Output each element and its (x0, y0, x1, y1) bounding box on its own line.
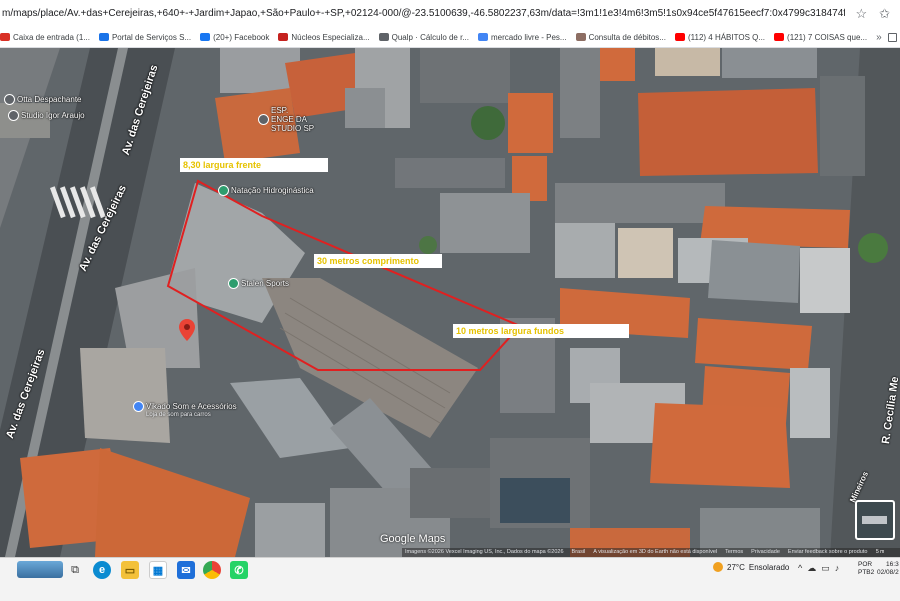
whatsapp-icon[interactable]: ✆ (230, 561, 248, 579)
poi-icon (8, 110, 19, 121)
system-tray[interactable]: ^ ☁ ▭ ♪ (798, 563, 839, 574)
mail-icon (0, 33, 10, 41)
address-bar[interactable]: m/maps/place/Av.+das+Cerejeiras,+640+-+J… (0, 0, 900, 27)
poi-vikado-som[interactable]: Vikado Som e Acessórios (133, 401, 237, 412)
portal-icon (98, 33, 109, 41)
youtube-icon (674, 33, 685, 41)
poi-otta-despachante[interactable]: Otta Despachante (4, 94, 81, 105)
poi-icon (228, 278, 239, 289)
attribution-item: Imagens ©2026 Vexcel Imaging US, Inc., D… (405, 549, 564, 555)
poi-category: Loja de som para carros (146, 412, 211, 418)
weather-text: Ensolarado (748, 562, 790, 572)
mail-app-icon[interactable]: ✉ (177, 561, 195, 579)
layers-toggle[interactable] (855, 500, 895, 540)
chrome-icon[interactable] (203, 561, 221, 579)
bookmark-item[interactable]: Caixa de entrada (1... (0, 33, 90, 42)
star-icon[interactable]: ☆ (855, 6, 867, 22)
weather-widget[interactable]: 27°C Ensolarado (713, 562, 789, 572)
map-attribution: Imagens ©2026 Vexcel Imaging US, Inc., D… (402, 548, 900, 557)
attribution-item: Brasil (571, 549, 586, 555)
network-icon[interactable]: ▭ (821, 563, 830, 574)
edge-icon[interactable]: e (93, 561, 111, 579)
poi-studio-igor-araujo[interactable]: Studio Igor Araujo (8, 110, 85, 121)
bookmark-item[interactable]: (121) 7 COISAS que... (774, 33, 867, 42)
poi-icon (4, 94, 15, 105)
poi-natacao-hidroginastica[interactable]: Natação Hidroginástica (218, 185, 314, 196)
bookmarks-bar: Caixa de entrada (1... Portal de Serviços… (0, 27, 900, 48)
bookmark-item[interactable]: Portal de Serviços S... (98, 33, 191, 42)
bookmark-item[interactable]: mercado livre - Pes... (478, 33, 567, 42)
poi-icon (258, 114, 269, 125)
task-view-icon[interactable]: ⧉ (66, 561, 84, 579)
all-bookmarks-button[interactable]: Todos os (887, 28, 900, 46)
store-icon[interactable]: ▦ (149, 561, 167, 579)
scale-bar[interactable]: 5 m (876, 549, 884, 555)
bookmark-item[interactable]: (112) 4 HÁBITOS Q... (674, 33, 765, 42)
bookmark-item[interactable]: Consulta de débitos... (575, 33, 666, 42)
attribution-item[interactable]: Privacidade (751, 548, 780, 557)
chevron-up-icon[interactable]: ^ (798, 563, 802, 574)
google-maps-logo: Google Maps (380, 533, 446, 545)
bookmarks-overflow-button[interactable]: » (876, 32, 882, 43)
bookmark-item[interactable]: (20+) Facebook (200, 33, 269, 42)
bookmark-icon[interactable]: ✩ (879, 6, 890, 22)
attribution-item: A visualização em 3D do Earth não está d… (593, 549, 718, 555)
annotation-front-width: 8,30 largura frente (180, 158, 328, 172)
annotation-back-width: 10 metros largura fundos (453, 324, 629, 338)
satellite-map[interactable]: Av. das Cerejeiras Av. das Cerejeiras Av… (0, 48, 900, 557)
taskbar-search-image[interactable] (17, 561, 63, 578)
attribution-item[interactable]: Enviar feedback sobre o produto (788, 548, 868, 557)
poi-icon (133, 401, 144, 412)
explorer-icon[interactable]: ▭ (121, 561, 139, 579)
poi-esp-studio-sp[interactable]: ESP. ENGE DA STUDIO SP (258, 106, 323, 133)
weather-temp: 27°C (727, 562, 745, 572)
google-icon (478, 33, 488, 41)
annotation-length: 30 metros comprimento (314, 254, 442, 268)
facebook-icon (200, 33, 211, 41)
attribution-item[interactable]: Termos (725, 548, 743, 557)
bookmark-item[interactable]: Qualp · Cálculo de r... (378, 33, 469, 42)
volume-icon[interactable]: ♪ (835, 563, 840, 574)
folder-icon (887, 32, 898, 42)
nucleos-icon (278, 33, 289, 41)
bookmark-item[interactable]: Núcleos Especializa... (278, 33, 370, 42)
cloud-icon[interactable]: ☁ (807, 563, 816, 574)
url-field[interactable]: m/maps/place/Av.+das+Cerejeiras,+640+-+J… (0, 8, 845, 19)
consulta-icon (575, 33, 586, 41)
sun-icon (713, 562, 723, 572)
poi-stalen-sports[interactable]: Stalen Sports (228, 278, 289, 289)
input-language[interactable]: POR PTB2 (858, 561, 874, 577)
youtube-icon (774, 33, 785, 41)
clock[interactable]: 16:3 02/08/2 (877, 561, 899, 577)
poi-icon (218, 185, 229, 196)
qualp-icon (378, 33, 389, 41)
taskbar: ⧉ e ▭ ▦ ✉ ✆ 27°C Ensolarado ^ ☁ ▭ ♪ POR … (0, 557, 900, 601)
